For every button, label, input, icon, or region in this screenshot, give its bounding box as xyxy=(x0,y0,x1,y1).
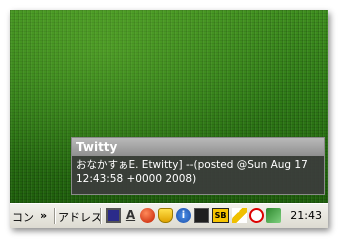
balloon-message: おなかすぁE. Etwitty] --(posted @Sun Aug 17 1… xyxy=(72,156,324,188)
taskbar-truncated-label[interactable]: コン xyxy=(12,209,34,225)
chevron-icon[interactable]: » xyxy=(40,209,47,222)
red-ball-icon[interactable] xyxy=(140,208,155,223)
toolbar-separator xyxy=(100,208,102,224)
monitor-icon[interactable] xyxy=(106,208,121,223)
system-clock[interactable]: 21:43 xyxy=(290,209,322,222)
font-a-icon[interactable]: A xyxy=(123,208,138,223)
info-icon[interactable]: i xyxy=(176,208,191,223)
pencil-icon[interactable] xyxy=(232,208,247,223)
balloon-line-2: 12:43:58 +0000 2008) xyxy=(76,173,197,185)
blocked-icon[interactable] xyxy=(249,208,264,223)
sb-icon[interactable]: SB xyxy=(212,208,229,223)
screen: Twitty おなかすぁE. Etwitty] --(posted @Sun A… xyxy=(10,10,328,228)
network-icon[interactable] xyxy=(266,208,281,223)
shield-icon[interactable] xyxy=(158,208,173,223)
notification-balloon[interactable]: Twitty おなかすぁE. Etwitty] --(posted @Sun A… xyxy=(71,137,325,195)
balloon-line-1: おなかすぁE. Etwitty] --(posted @Sun Aug 17 xyxy=(76,159,308,171)
address-bar-label[interactable]: アドレス xyxy=(58,209,102,225)
taskbar: コン » アドレス A i SB 21:43 xyxy=(10,203,328,228)
toolbar-separator xyxy=(54,208,56,224)
balloon-title: Twitty xyxy=(72,138,324,156)
messenger-icon[interactable] xyxy=(194,208,209,223)
